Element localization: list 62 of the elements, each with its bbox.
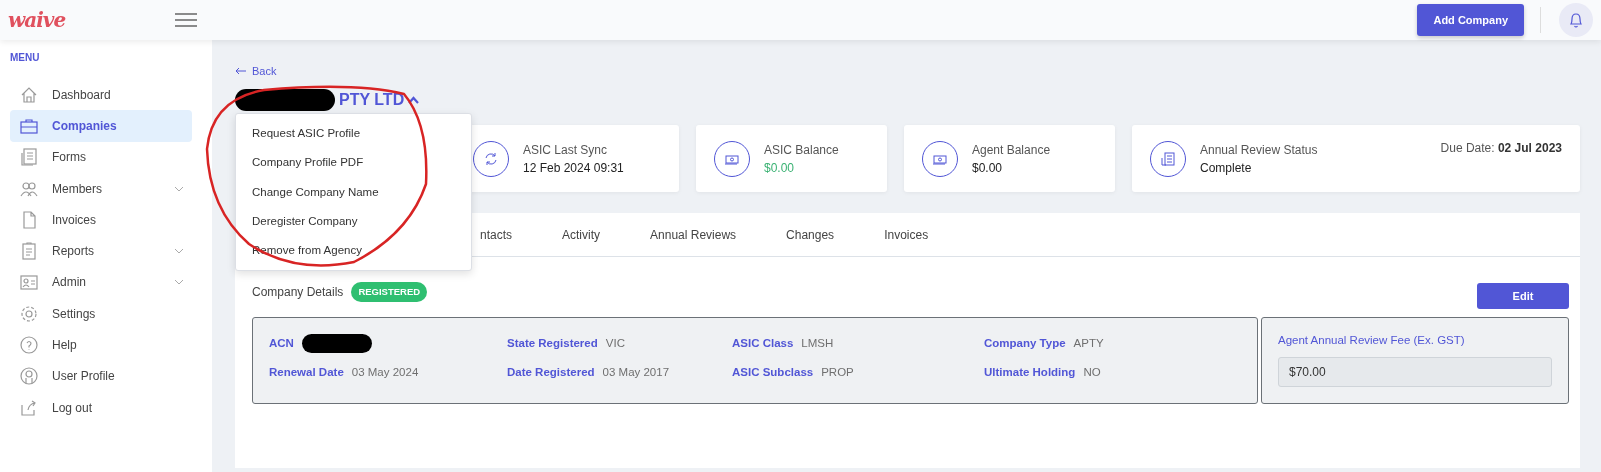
field-label: ACN: [269, 335, 294, 351]
field-value: NO: [1083, 364, 1101, 380]
dropdown-item[interactable]: Deregister Company: [236, 206, 471, 236]
field-value: APTY: [1073, 335, 1104, 351]
sidebar-item[interactable]: Dashboard: [10, 79, 192, 111]
edit-button[interactable]: Edit: [1477, 283, 1569, 309]
form-icon: [18, 147, 40, 168]
dropdown-item[interactable]: Change Company Name: [236, 177, 471, 207]
help-icon: [18, 335, 40, 355]
status-badge: REGISTERED: [351, 281, 428, 303]
tab[interactable]: Invoices: [859, 225, 954, 244]
add-company-button[interactable]: Add Company: [1417, 3, 1524, 37]
menu-icon[interactable]: [175, 13, 198, 27]
stat-value: $0.00: [764, 159, 796, 177]
id-card-icon: [18, 272, 40, 293]
menu-heading: MENU: [10, 51, 41, 65]
sidebar-item[interactable]: Members: [10, 172, 192, 205]
fee-label: Agent Annual Review Fee (Ex. GST): [1278, 333, 1466, 348]
stat-value: $0.00: [972, 159, 1004, 177]
stat-value: Complete: [1200, 159, 1253, 177]
sidebar-item[interactable]: Admin: [10, 266, 192, 299]
field-label: State Registered: [507, 335, 598, 351]
stat-value: 12 Feb 2024 09:31: [523, 159, 624, 177]
user-icon: [18, 366, 40, 387]
sidebar-item[interactable]: Forms: [10, 141, 192, 173]
tab[interactable]: Activity: [537, 225, 626, 244]
stat-label: ASIC Balance: [764, 141, 839, 159]
back-link[interactable]: Back: [252, 62, 277, 80]
tab[interactable]: Annual Reviews: [625, 225, 762, 244]
logo[interactable]: waive: [8, 8, 66, 32]
field-value: PROP: [821, 364, 854, 380]
fee-field[interactable]: $70.00: [1278, 357, 1552, 388]
settings-icon: [18, 303, 40, 324]
tab[interactable]: ntacts: [480, 225, 537, 244]
company-title-toggle[interactable]: PTY LTD: [235, 88, 420, 112]
sidebar-item[interactable]: Log out: [10, 391, 192, 424]
arrow-left-icon: [235, 67, 247, 75]
stat-label: ASIC Last Sync: [523, 141, 609, 159]
stat-label: Agent Balance: [972, 141, 1051, 159]
dropdown-item[interactable]: Company Profile PDF: [236, 148, 471, 178]
field-label: Ultimate Holding: [984, 364, 1076, 380]
field-value: 03 May 2024: [351, 364, 419, 380]
field-label: ASIC Subclass: [732, 364, 814, 380]
field-label: Company Type: [984, 335, 1066, 351]
sidebar-item[interactable]: User Profile: [10, 360, 192, 392]
sidebar-item[interactable]: Reports: [10, 235, 192, 267]
field-label: Date Registered: [507, 364, 595, 380]
tab[interactable]: Changes: [761, 225, 860, 244]
due-date: Due Date: 02 Jul 2023: [1440, 140, 1562, 157]
field-label: ASIC Class: [732, 335, 794, 351]
dropdown-item[interactable]: Request ASIC Profile: [236, 119, 471, 149]
field-value: 03 May 2017: [602, 364, 670, 380]
sidebar-item[interactable]: Help: [10, 329, 192, 361]
sidebar-item[interactable]: Invoices: [10, 204, 192, 236]
field-value: VIC: [605, 335, 625, 351]
section-title: Company Details: [252, 284, 344, 301]
sidebar-item[interactable]: Companies: [10, 110, 192, 142]
stat-label: Annual Review Status: [1200, 141, 1318, 159]
sidebar-item[interactable]: Settings: [10, 298, 192, 330]
field-label: Renewal Date: [269, 364, 344, 380]
field-value: LMSH: [801, 335, 834, 351]
notification-bell-icon[interactable]: [1559, 3, 1593, 37]
